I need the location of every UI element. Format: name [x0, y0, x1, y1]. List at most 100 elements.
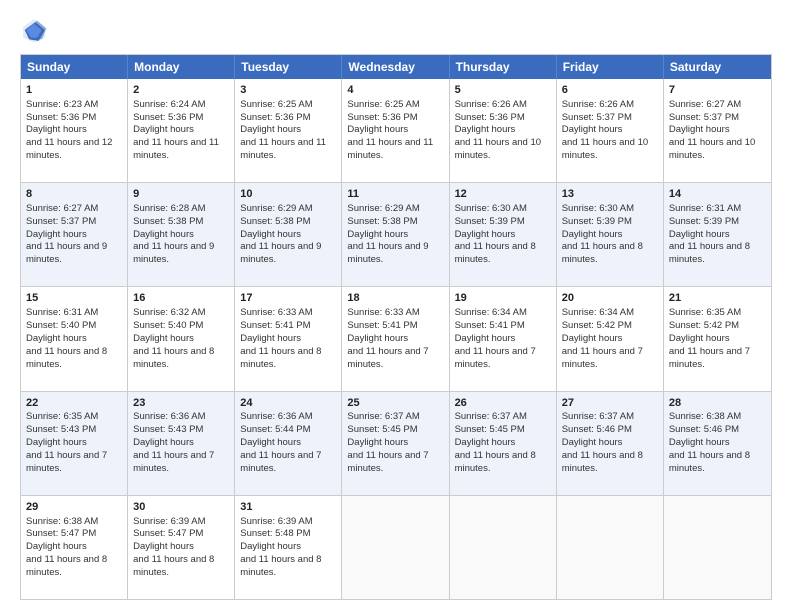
day-cell-26: 26Sunrise: 6:37 AMSunset: 5:45 PMDayligh… [450, 392, 557, 495]
day-info: Sunrise: 6:29 AMSunset: 5:38 PMDaylight … [240, 203, 321, 265]
day-info: Sunrise: 6:30 AMSunset: 5:39 PMDaylight … [455, 203, 536, 265]
day-number: 1 [26, 83, 122, 98]
day-number: 6 [562, 83, 658, 98]
day-number: 11 [347, 187, 443, 202]
day-number: 12 [455, 187, 551, 202]
day-cell-10: 10Sunrise: 6:29 AMSunset: 5:38 PMDayligh… [235, 183, 342, 286]
day-info: Sunrise: 6:32 AMSunset: 5:40 PMDaylight … [133, 307, 214, 369]
header-cell-monday: Monday [128, 55, 235, 79]
day-number: 9 [133, 187, 229, 202]
day-cell-27: 27Sunrise: 6:37 AMSunset: 5:46 PMDayligh… [557, 392, 664, 495]
day-info: Sunrise: 6:23 AMSunset: 5:36 PMDaylight … [26, 99, 112, 161]
day-info: Sunrise: 6:31 AMSunset: 5:39 PMDaylight … [669, 203, 750, 265]
day-number: 16 [133, 291, 229, 306]
empty-cell [664, 496, 771, 599]
day-info: Sunrise: 6:36 AMSunset: 5:43 PMDaylight … [133, 411, 214, 473]
day-number: 13 [562, 187, 658, 202]
day-info: Sunrise: 6:37 AMSunset: 5:45 PMDaylight … [347, 411, 428, 473]
day-number: 26 [455, 396, 551, 411]
day-number: 25 [347, 396, 443, 411]
day-number: 8 [26, 187, 122, 202]
empty-cell [342, 496, 449, 599]
calendar: SundayMondayTuesdayWednesdayThursdayFrid… [20, 54, 772, 600]
day-info: Sunrise: 6:25 AMSunset: 5:36 PMDaylight … [347, 99, 433, 161]
day-cell-19: 19Sunrise: 6:34 AMSunset: 5:41 PMDayligh… [450, 287, 557, 390]
day-number: 4 [347, 83, 443, 98]
page: SundayMondayTuesdayWednesdayThursdayFrid… [0, 0, 792, 612]
day-cell-6: 6Sunrise: 6:26 AMSunset: 5:37 PMDaylight… [557, 79, 664, 182]
header-cell-sunday: Sunday [21, 55, 128, 79]
day-number: 31 [240, 500, 336, 515]
day-cell-21: 21Sunrise: 6:35 AMSunset: 5:42 PMDayligh… [664, 287, 771, 390]
day-info: Sunrise: 6:26 AMSunset: 5:37 PMDaylight … [562, 99, 648, 161]
header-cell-thursday: Thursday [450, 55, 557, 79]
day-cell-8: 8Sunrise: 6:27 AMSunset: 5:37 PMDaylight… [21, 183, 128, 286]
day-info: Sunrise: 6:34 AMSunset: 5:41 PMDaylight … [455, 307, 536, 369]
empty-cell [557, 496, 664, 599]
day-cell-30: 30Sunrise: 6:39 AMSunset: 5:47 PMDayligh… [128, 496, 235, 599]
day-info: Sunrise: 6:27 AMSunset: 5:37 PMDaylight … [26, 203, 107, 265]
day-cell-4: 4Sunrise: 6:25 AMSunset: 5:36 PMDaylight… [342, 79, 449, 182]
day-info: Sunrise: 6:34 AMSunset: 5:42 PMDaylight … [562, 307, 643, 369]
day-cell-5: 5Sunrise: 6:26 AMSunset: 5:36 PMDaylight… [450, 79, 557, 182]
day-number: 22 [26, 396, 122, 411]
day-cell-13: 13Sunrise: 6:30 AMSunset: 5:39 PMDayligh… [557, 183, 664, 286]
day-info: Sunrise: 6:28 AMSunset: 5:38 PMDaylight … [133, 203, 214, 265]
day-info: Sunrise: 6:35 AMSunset: 5:43 PMDaylight … [26, 411, 107, 473]
calendar-row: 1Sunrise: 6:23 AMSunset: 5:36 PMDaylight… [21, 79, 771, 182]
day-number: 3 [240, 83, 336, 98]
day-number: 5 [455, 83, 551, 98]
calendar-row: 15Sunrise: 6:31 AMSunset: 5:40 PMDayligh… [21, 286, 771, 390]
day-info: Sunrise: 6:38 AMSunset: 5:46 PMDaylight … [669, 411, 750, 473]
day-cell-20: 20Sunrise: 6:34 AMSunset: 5:42 PMDayligh… [557, 287, 664, 390]
day-cell-22: 22Sunrise: 6:35 AMSunset: 5:43 PMDayligh… [21, 392, 128, 495]
day-cell-31: 31Sunrise: 6:39 AMSunset: 5:48 PMDayligh… [235, 496, 342, 599]
header-cell-friday: Friday [557, 55, 664, 79]
day-cell-1: 1Sunrise: 6:23 AMSunset: 5:36 PMDaylight… [21, 79, 128, 182]
day-cell-9: 9Sunrise: 6:28 AMSunset: 5:38 PMDaylight… [128, 183, 235, 286]
header-cell-tuesday: Tuesday [235, 55, 342, 79]
day-number: 2 [133, 83, 229, 98]
day-number: 20 [562, 291, 658, 306]
day-cell-29: 29Sunrise: 6:38 AMSunset: 5:47 PMDayligh… [21, 496, 128, 599]
logo [20, 16, 52, 44]
day-cell-24: 24Sunrise: 6:36 AMSunset: 5:44 PMDayligh… [235, 392, 342, 495]
day-info: Sunrise: 6:27 AMSunset: 5:37 PMDaylight … [669, 99, 755, 161]
calendar-row: 8Sunrise: 6:27 AMSunset: 5:37 PMDaylight… [21, 182, 771, 286]
day-info: Sunrise: 6:39 AMSunset: 5:48 PMDaylight … [240, 516, 321, 578]
day-cell-12: 12Sunrise: 6:30 AMSunset: 5:39 PMDayligh… [450, 183, 557, 286]
day-number: 23 [133, 396, 229, 411]
header-cell-saturday: Saturday [664, 55, 771, 79]
calendar-body: 1Sunrise: 6:23 AMSunset: 5:36 PMDaylight… [21, 79, 771, 599]
day-info: Sunrise: 6:33 AMSunset: 5:41 PMDaylight … [347, 307, 428, 369]
day-number: 10 [240, 187, 336, 202]
day-number: 30 [133, 500, 229, 515]
day-cell-18: 18Sunrise: 6:33 AMSunset: 5:41 PMDayligh… [342, 287, 449, 390]
day-number: 17 [240, 291, 336, 306]
header-cell-wednesday: Wednesday [342, 55, 449, 79]
empty-cell [450, 496, 557, 599]
logo-icon [20, 16, 48, 44]
day-cell-11: 11Sunrise: 6:29 AMSunset: 5:38 PMDayligh… [342, 183, 449, 286]
day-cell-28: 28Sunrise: 6:38 AMSunset: 5:46 PMDayligh… [664, 392, 771, 495]
day-info: Sunrise: 6:39 AMSunset: 5:47 PMDaylight … [133, 516, 214, 578]
day-number: 18 [347, 291, 443, 306]
day-info: Sunrise: 6:36 AMSunset: 5:44 PMDaylight … [240, 411, 321, 473]
day-number: 29 [26, 500, 122, 515]
day-info: Sunrise: 6:24 AMSunset: 5:36 PMDaylight … [133, 99, 219, 161]
day-cell-17: 17Sunrise: 6:33 AMSunset: 5:41 PMDayligh… [235, 287, 342, 390]
day-number: 21 [669, 291, 766, 306]
day-info: Sunrise: 6:26 AMSunset: 5:36 PMDaylight … [455, 99, 541, 161]
day-cell-2: 2Sunrise: 6:24 AMSunset: 5:36 PMDaylight… [128, 79, 235, 182]
day-cell-15: 15Sunrise: 6:31 AMSunset: 5:40 PMDayligh… [21, 287, 128, 390]
day-number: 7 [669, 83, 766, 98]
day-number: 28 [669, 396, 766, 411]
day-info: Sunrise: 6:29 AMSunset: 5:38 PMDaylight … [347, 203, 428, 265]
calendar-row: 22Sunrise: 6:35 AMSunset: 5:43 PMDayligh… [21, 391, 771, 495]
day-cell-14: 14Sunrise: 6:31 AMSunset: 5:39 PMDayligh… [664, 183, 771, 286]
day-info: Sunrise: 6:37 AMSunset: 5:45 PMDaylight … [455, 411, 536, 473]
calendar-row: 29Sunrise: 6:38 AMSunset: 5:47 PMDayligh… [21, 495, 771, 599]
day-info: Sunrise: 6:30 AMSunset: 5:39 PMDaylight … [562, 203, 643, 265]
day-number: 14 [669, 187, 766, 202]
day-info: Sunrise: 6:37 AMSunset: 5:46 PMDaylight … [562, 411, 643, 473]
